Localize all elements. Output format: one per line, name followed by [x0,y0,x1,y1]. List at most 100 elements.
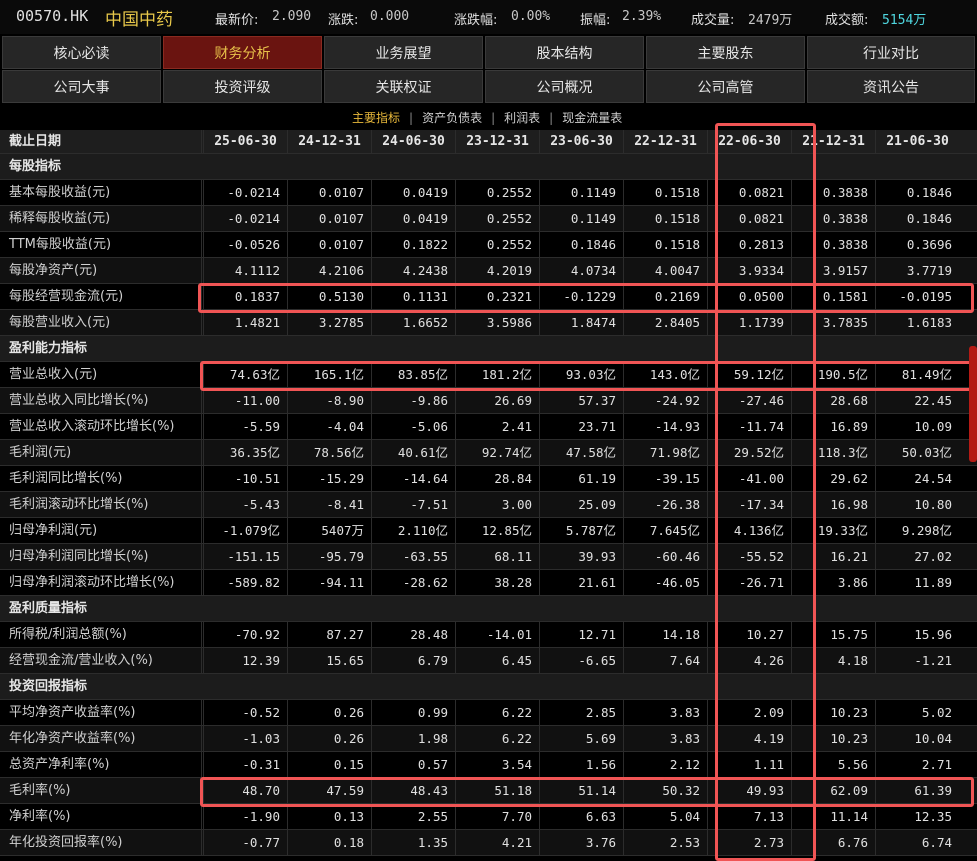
value-cell: 12.71 [539,622,623,648]
value-cell: 11.89 [875,570,959,596]
value-cell: 5.04 [623,804,707,830]
value-cell: 61.39 [875,778,959,804]
header-date-cell[interactable]: 23-06-30 [539,130,623,154]
value-cell: 28.84 [455,466,539,492]
value-cell: -63.55 [371,544,455,570]
row-label: 归母净利润(元) [9,523,98,538]
header-date-cell[interactable]: 21-06-30 [875,130,959,154]
value-cell: 1.56 [539,752,623,778]
header-date-cell[interactable]: 23-12-31 [455,130,539,154]
value-cell: 0.1846 [875,180,959,206]
value-cell: 27.02 [875,544,959,570]
value-cell: 0.1518 [623,206,707,232]
value-cell: -26.38 [623,492,707,518]
table-row: 归母净利润滚动环比增长(%) -589.82 -94.11 -28.62 38.28 21… [0,570,977,596]
value-cell: 48.70 [203,778,287,804]
value-cell: 2.55 [371,804,455,830]
value-cell: 28.48 [371,622,455,648]
subtab-cash-flow[interactable]: 现金流量表 [562,109,622,126]
value-cell: -0.77 [203,830,287,856]
tab-news-announcements[interactable]: 资讯公告 [807,70,975,103]
value-cell: -55.52 [707,544,791,570]
value-cell: 3.2785 [287,310,371,336]
tab-share-structure[interactable]: 股本结构 [485,36,644,69]
value-cell: -70.92 [203,622,287,648]
header-date-cell[interactable]: 24-06-30 [371,130,455,154]
value-cell: 2.85 [539,700,623,726]
value-cell: 15.65 [287,648,371,674]
tab-business-outlook[interactable]: 业务展望 [324,36,483,69]
value-cell: 0.0107 [287,206,371,232]
value-cell: 143.0亿 [623,362,707,388]
tab-industry-compare[interactable]: 行业对比 [807,36,975,69]
value-cell: 3.00 [455,492,539,518]
row-label: 平均净资产收益率(%) [9,705,136,720]
tab-executives[interactable]: 公司高管 [646,70,805,103]
value-cell: 50.32 [623,778,707,804]
row-label: 归母净利润同比增长(%) [9,549,149,564]
tab-related-warrants[interactable]: 关联权证 [324,70,483,103]
row-label: 每股经营现金流(元) [9,289,124,304]
value-cell: -9.86 [371,388,455,414]
value-cell: 0.3696 [875,232,959,258]
value-cell: 16.89 [791,414,875,440]
value-cell: 0.3838 [791,232,875,258]
report-subtabs: 主要指标 | 资产负债表 | 利润表 | 现金流量表 [352,109,622,127]
header-date-cell[interactable]: 24-12-31 [287,130,371,154]
value-cell: 47.58亿 [539,440,623,466]
tab-core[interactable]: 核心必读 [2,36,161,69]
value-cell: 1.98 [371,726,455,752]
header-date-cell[interactable]: 22-12-31 [623,130,707,154]
subtab-balance-sheet[interactable]: 资产负债表 [422,109,482,126]
value-cell: 0.2552 [455,232,539,258]
value-cell: 6.63 [539,804,623,830]
subtab-separator: | [491,111,496,125]
value-cell: 3.7719 [875,258,959,284]
header-date-cell[interactable]: 25-06-30 [203,130,287,154]
subtab-income-statement[interactable]: 利润表 [504,109,540,126]
tab-major-shareholders[interactable]: 主要股东 [646,36,805,69]
tab-company-events[interactable]: 公司大事 [2,70,161,103]
value-cell: 0.0821 [707,206,791,232]
value-cell: -5.43 [203,492,287,518]
value-cell: 7.64 [623,648,707,674]
tab-investment-rating[interactable]: 投资评级 [163,70,322,103]
header-date-cell[interactable]: 22-06-30 [707,130,791,154]
value-cell: 1.11 [707,752,791,778]
value-cell: 4.2106 [287,258,371,284]
value-cell: -27.46 [707,388,791,414]
tab-financial-analysis[interactable]: 财务分析 [163,36,322,69]
header-date-cell[interactable]: 21-12-31 [791,130,875,154]
table-row: 归母净利润(元) -1.079亿 5407万 2.110亿 12.85亿 5.787亿 7.… [0,518,977,544]
subtab-separator: | [549,111,554,125]
amplitude-value: 2.39% [622,9,662,24]
value-cell: 2.12 [623,752,707,778]
table-row: 营业总收入同比增长(%) -11.00 -8.90 -9.86 26.69 57.37 -2… [0,388,977,414]
section-title: 盈利质量指标 [9,601,88,616]
row-label: 稀释每股收益(元) [9,211,111,226]
value-cell: 1.35 [371,830,455,856]
subtab-key-indicators[interactable]: 主要指标 [352,109,400,126]
table-row: 每股经营现金流(元) 0.1837 0.5130 0.1131 0.2321 -0.122… [0,284,977,310]
value-cell: 5.69 [539,726,623,752]
row-label: 年化净资产收益率(%) [9,731,136,746]
value-cell: 3.5986 [455,310,539,336]
value-cell: 4.21 [455,830,539,856]
header-period-label: 截止日期 [9,134,62,149]
value-cell: -46.05 [623,570,707,596]
row-label: 每股净资产(元) [9,263,98,278]
value-cell: 0.1518 [623,232,707,258]
value-cell: 2.53 [623,830,707,856]
scrollbar-thumb[interactable] [969,346,977,462]
value-cell: -1.03 [203,726,287,752]
value-cell: 87.27 [287,622,371,648]
change-pct-label: 涨跌幅: [454,13,498,28]
row-label: 营业总收入滚动环比增长(%) [9,419,175,434]
value-cell: -17.34 [707,492,791,518]
value-cell: 47.59 [287,778,371,804]
value-cell: 28.68 [791,388,875,414]
tab-company-profile[interactable]: 公司概况 [485,70,644,103]
value-cell: 0.1846 [539,232,623,258]
value-cell: 7.70 [455,804,539,830]
section-title: 每股指标 [9,159,62,174]
